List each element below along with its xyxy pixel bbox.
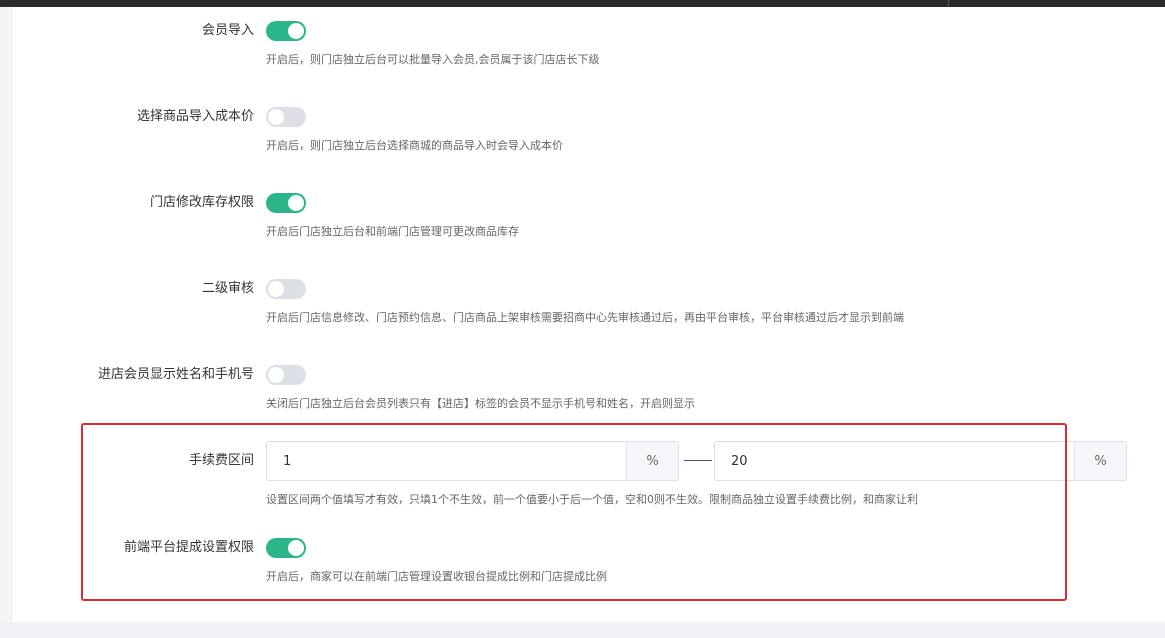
stock-permission-switch[interactable]: [266, 193, 306, 213]
top-bar: [0, 0, 1165, 7]
setting-description: 开启后，则门店独立后台选择商城的商品导入时会导入成本价: [266, 139, 563, 152]
setting-label: 进店会员显示姓名和手机号: [97, 367, 254, 382]
setting-label: 门店修改库存权限: [149, 195, 254, 210]
setting-label: 选择商品导入成本价: [136, 109, 254, 124]
setting-label: 会员导入: [201, 23, 254, 38]
left-strip: [0, 7, 12, 622]
switch-knob: [288, 195, 304, 211]
setting-description: 开启后门店独立后台和前端门店管理可更改商品库存: [266, 225, 519, 238]
cost-price-import-switch[interactable]: [266, 107, 306, 127]
switch-knob: [268, 367, 284, 383]
secondary-review-switch[interactable]: [266, 279, 306, 299]
top-bar-divider: [948, 0, 949, 7]
switch-knob: [268, 109, 284, 125]
setting-description: 关闭后门店独立后台会员列表只有【进店】标签的会员不显示手机号和姓名，开启则显示: [266, 397, 695, 410]
setting-label: 二级审核: [201, 281, 254, 296]
highlight-box: [81, 423, 1067, 601]
show-member-info-switch[interactable]: [266, 365, 306, 385]
percent-suffix: %: [1074, 442, 1126, 480]
setting-description: 开启后，则门店独立后台可以批量导入会员,会员属于该门店店长下级: [266, 53, 600, 66]
setting-description: 开启后门店信息修改、门店预约信息、门店商品上架审核需要招商中心先审核通过后，再由…: [266, 311, 904, 324]
member-import-switch[interactable]: [266, 21, 306, 41]
switch-knob: [268, 281, 284, 297]
switch-knob: [288, 23, 304, 39]
